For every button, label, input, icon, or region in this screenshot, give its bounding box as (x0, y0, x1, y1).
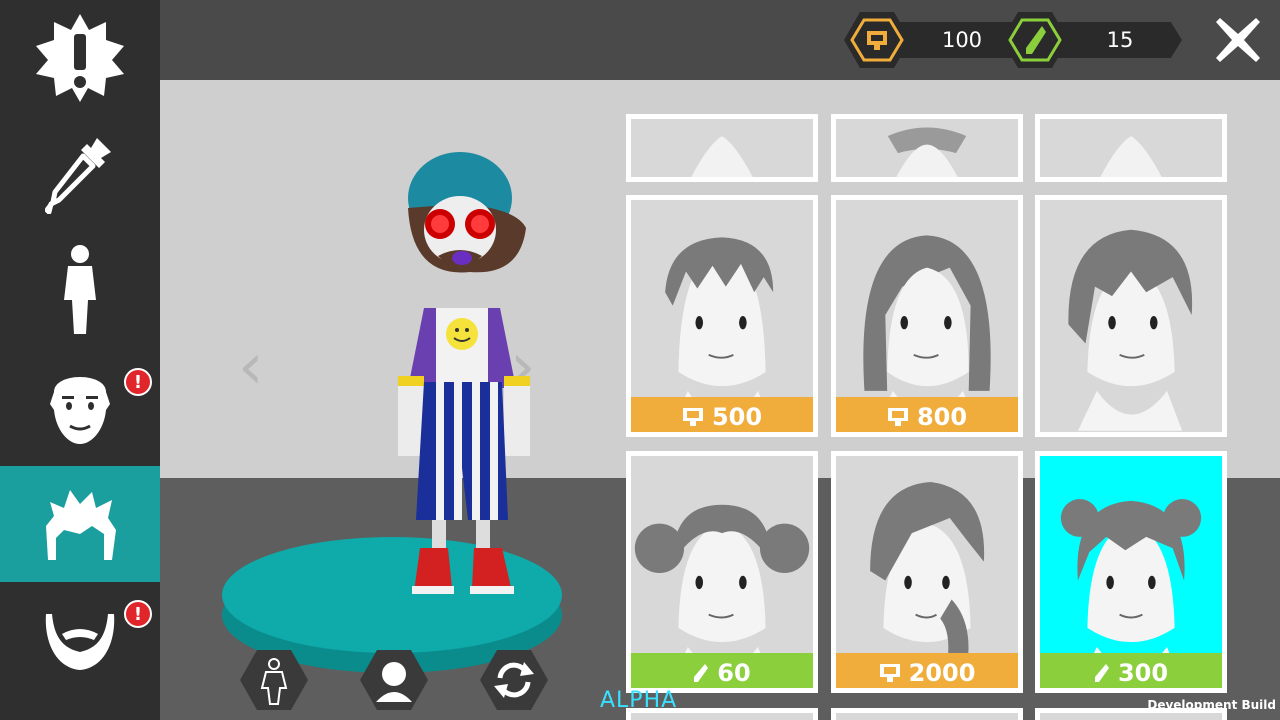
sidebar-item-body[interactable] (0, 232, 160, 348)
eyedropper-icon (45, 138, 111, 214)
beard-alert-badge: ! (124, 600, 152, 628)
face-alert-badge: ! (124, 368, 152, 396)
person-icon (64, 245, 96, 334)
hair-card[interactable]: 800 (831, 195, 1023, 437)
price-tag: 300 (1040, 653, 1222, 688)
sidebar-item-color[interactable] (0, 116, 160, 232)
hair-card-partial[interactable] (831, 708, 1023, 720)
price-value: 60 (717, 659, 751, 687)
hair-icon (46, 490, 116, 560)
coin-icon (682, 408, 703, 426)
gem-icon (1094, 664, 1109, 682)
coin-icon (879, 664, 900, 682)
hair-card-partial[interactable] (831, 114, 1023, 182)
coin-counter: 100 (844, 10, 1024, 70)
hair-card-partial[interactable] (626, 114, 818, 182)
hair-preview (1100, 136, 1162, 177)
body-outline-icon[interactable] (240, 648, 308, 712)
prev-arrow[interactable]: ‹ (238, 330, 264, 404)
price-value: 300 (1117, 659, 1169, 687)
coin-icon (887, 408, 908, 426)
exclamation-badge-icon (36, 14, 124, 102)
hair-card[interactable]: 500 (626, 195, 818, 437)
gem-counter: 15 (1002, 10, 1182, 70)
price-tag: 2000 (836, 653, 1018, 688)
hair-card-selected[interactable]: 300 (1035, 451, 1227, 693)
sidebar-item-hair[interactable] (0, 466, 160, 582)
price-tag: 800 (836, 397, 1018, 432)
price-value: 2000 (908, 659, 976, 687)
category-sidebar: ! ! (0, 0, 160, 720)
price-tag: 60 (631, 653, 813, 688)
beard-icon (45, 614, 115, 670)
hair-preview (887, 127, 967, 177)
alpha-label: ALPHA (600, 688, 678, 713)
close-icon[interactable] (1212, 14, 1264, 66)
head-icon[interactable] (360, 648, 428, 712)
price-value: 500 (711, 403, 763, 431)
dev-build-label: Development Build (1147, 698, 1276, 712)
rotate-icon[interactable] (480, 648, 548, 712)
price-value: 800 (916, 403, 968, 431)
gem-icon (694, 664, 709, 682)
hair-card[interactable] (1035, 195, 1227, 437)
hair-card-partial[interactable] (1035, 114, 1227, 182)
character-model (398, 152, 530, 594)
sidebar-item-beard[interactable]: ! (0, 584, 160, 700)
coin-icon (844, 12, 910, 68)
sidebar-item-news[interactable] (0, 0, 160, 116)
price-tag: 500 (631, 397, 813, 432)
hair-card[interactable]: 60 (626, 451, 818, 693)
face-icon (50, 377, 110, 444)
hair-preview (1068, 229, 1193, 431)
hair-preview (691, 136, 753, 177)
gem-icon (1002, 12, 1068, 68)
hair-card[interactable]: 2000 (831, 451, 1023, 693)
sidebar-item-face[interactable]: ! (0, 348, 160, 464)
top-bar: 100 15 (160, 0, 1280, 80)
hair-grid: 500 800 60 2000 300 (626, 80, 1230, 720)
